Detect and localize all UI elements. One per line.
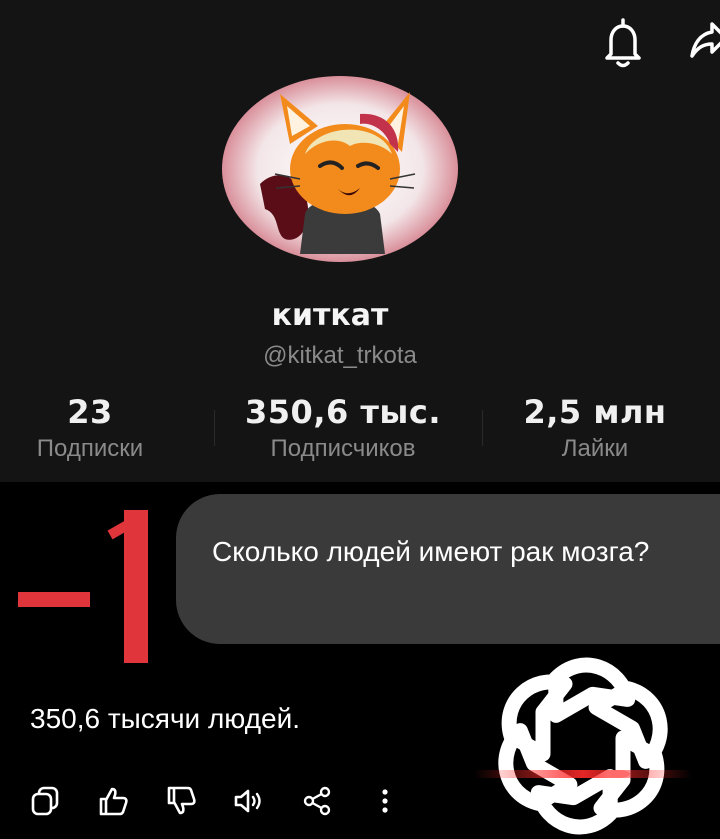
- stat-likes-label: Лайки: [561, 435, 629, 462]
- assistant-answer: 350,6 тысячи людей.: [30, 703, 301, 734]
- speaker-icon: [234, 789, 261, 813]
- stat-divider: [214, 410, 215, 446]
- username: киткат: [271, 298, 389, 333]
- share-icon: [303, 786, 331, 816]
- share-message-button[interactable]: [294, 778, 340, 824]
- stat-likes[interactable]: 2,5 млн Лайки: [505, 393, 685, 463]
- message-actions: [22, 778, 430, 824]
- bell-icon[interactable]: [597, 14, 649, 72]
- share-icon[interactable]: [690, 14, 720, 66]
- profile-panel: киткат @kitkat_trkota 23 Подписки 350,6 …: [0, 0, 720, 482]
- stat-followers-label: Подписчиков: [270, 435, 416, 462]
- openai-logo: [454, 652, 712, 839]
- stat-following[interactable]: 23 Подписки: [0, 393, 180, 463]
- score-minus: [18, 592, 90, 607]
- avatar[interactable]: [220, 74, 460, 264]
- stat-divider: [482, 410, 483, 446]
- thumbs-up-button[interactable]: [90, 778, 136, 824]
- more-icon: [382, 789, 388, 813]
- copy-button[interactable]: [22, 778, 68, 824]
- handle: @kitkat_trkota: [263, 342, 417, 369]
- thumbs-down-button[interactable]: [158, 778, 204, 824]
- stat-following-label: Подписки: [36, 435, 144, 462]
- more-button[interactable]: [362, 778, 408, 824]
- thumbs-up-icon: [99, 787, 128, 816]
- user-message-bubble: Сколько людей имеют рак мозга?: [176, 494, 720, 644]
- copy-icon: [31, 786, 59, 816]
- openai-logo-icon: [474, 657, 692, 835]
- stat-following-value: 23: [67, 393, 113, 431]
- stat-likes-value: 2,5 млн: [523, 393, 667, 431]
- thumbs-down-icon: [167, 786, 196, 815]
- stat-followers[interactable]: 350,6 тыс. Подписчиков: [218, 393, 468, 463]
- stat-followers-value: 350,6 тыс.: [245, 393, 441, 431]
- read-aloud-button[interactable]: [226, 778, 272, 824]
- score-one-stem: [124, 510, 148, 663]
